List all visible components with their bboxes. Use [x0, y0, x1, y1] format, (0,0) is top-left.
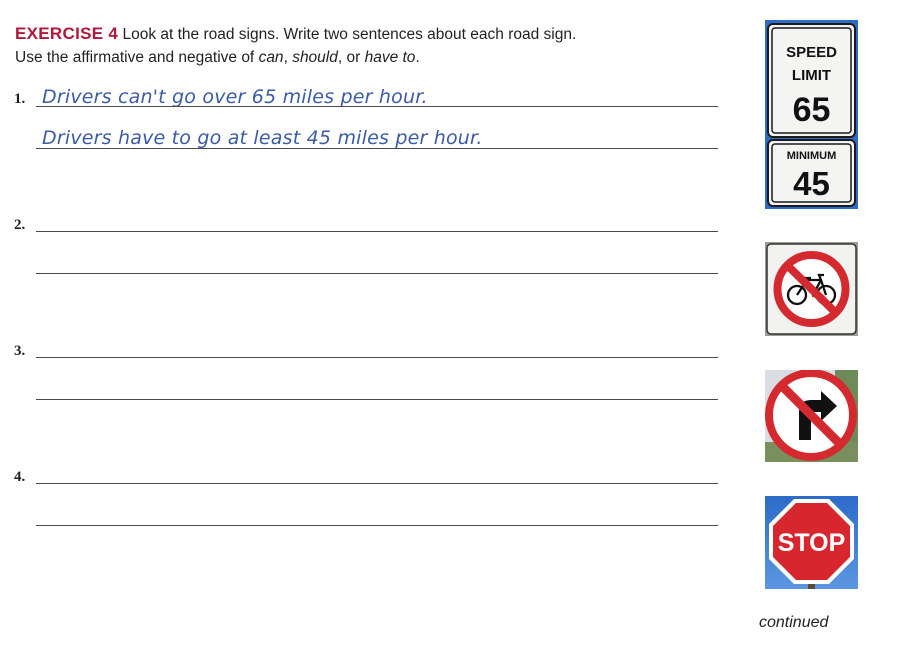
exercise-title: EXERCISE 4: [15, 24, 119, 43]
minimum-value: 45: [793, 165, 830, 202]
word-should: should: [292, 49, 338, 66]
no-right-turn-sign: [765, 370, 858, 462]
instruction-line-2: Use the affirmative and negative of: [15, 49, 259, 66]
answer-line-3a[interactable]: [36, 357, 718, 358]
item-number-1: 1.: [14, 91, 26, 107]
answer-1a[interactable]: Drivers can't go over 65 miles per hour.: [42, 86, 428, 108]
word-have-to: have to: [364, 49, 416, 66]
minimum-text: MINIMUM: [787, 150, 837, 162]
speed-value: 65: [793, 91, 831, 129]
answer-line-1b[interactable]: [36, 148, 718, 149]
separator: ,: [283, 49, 293, 66]
item-number-4: 4.: [14, 469, 26, 485]
answer-line-3b[interactable]: [36, 399, 718, 400]
instruction-line-1: Look at the road signs. Write two senten…: [122, 26, 577, 43]
no-bicycles-sign: [765, 242, 858, 336]
answer-line-2b[interactable]: [36, 273, 718, 274]
speed-limit-sign: SPEED LIMIT 65 MINIMUM 45: [765, 20, 858, 209]
separator: .: [415, 49, 420, 66]
item-number-3: 3.: [14, 343, 26, 359]
word-can: can: [258, 49, 284, 66]
item-number-2: 2.: [14, 217, 26, 233]
answer-line-2a[interactable]: [36, 231, 718, 232]
answer-line-1a[interactable]: [36, 106, 718, 107]
separator: , or: [337, 49, 365, 66]
exercise-instructions: EXERCISE 4 Look at the road signs. Write…: [15, 22, 735, 69]
answer-line-4b[interactable]: [36, 525, 718, 526]
answer-line-4a[interactable]: [36, 483, 718, 484]
stop-sign: STOP: [765, 496, 858, 589]
speed-text: SPEED: [786, 44, 837, 61]
answer-1b[interactable]: Drivers have to go at least 45 miles per…: [42, 127, 483, 149]
limit-text: LIMIT: [792, 67, 831, 84]
stop-text: STOP: [778, 529, 846, 557]
continued-note: continued: [759, 614, 829, 631]
